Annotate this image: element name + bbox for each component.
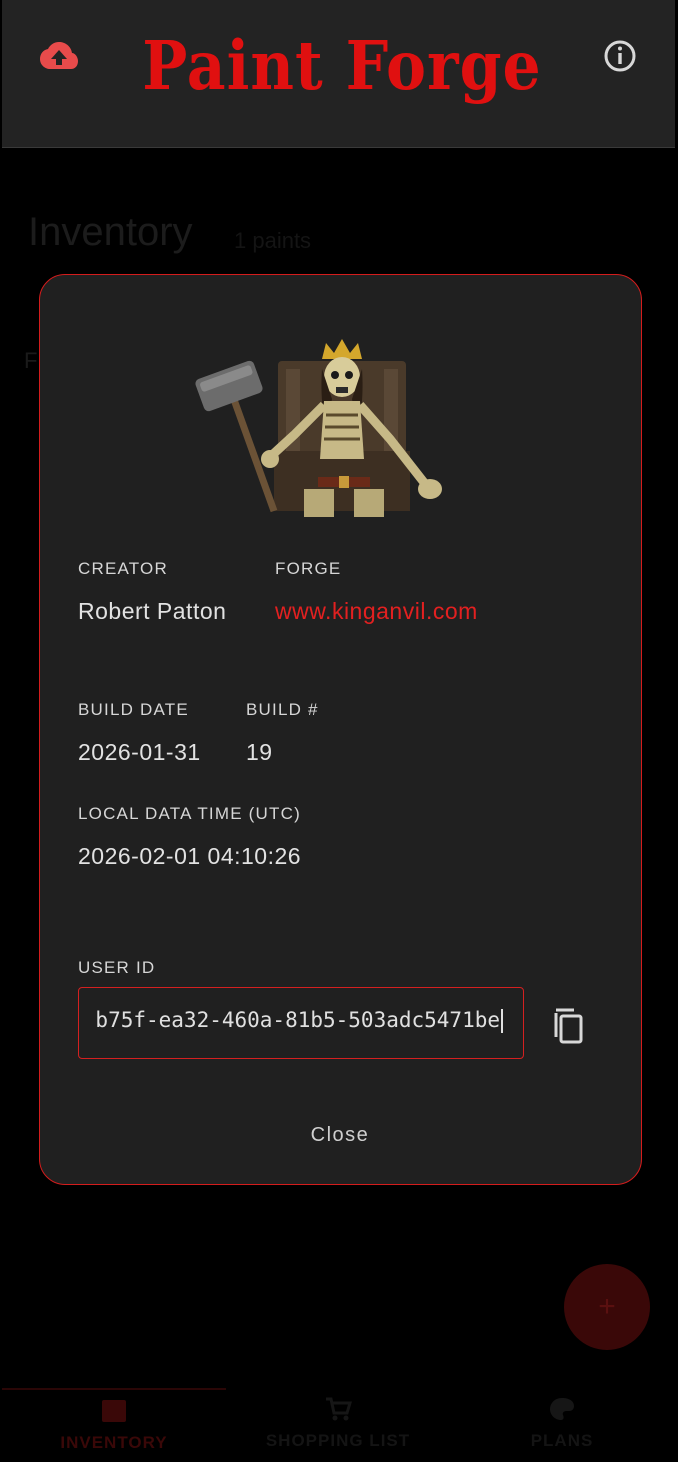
build-number-value: 19 <box>246 739 273 765</box>
app-frame: Paint Forge Inventory 1 paints F + INVEN… <box>2 0 675 1460</box>
copy-user-id-button[interactable] <box>550 1005 586 1045</box>
close-button[interactable]: Close <box>280 1115 400 1155</box>
copy-icon <box>554 1008 583 1044</box>
nav-label-plans: PLANS <box>530 1431 594 1450</box>
forge-link[interactable]: www.kinganvil.com <box>275 598 478 625</box>
about-dialog: CREATOR Robert Patton FORGE www.kinganvi… <box>39 274 642 1185</box>
nav-item-shopping-list[interactable]: SHOPPING LIST <box>226 1388 450 1460</box>
info-button[interactable] <box>602 38 638 74</box>
nav-item-inventory[interactable]: INVENTORY <box>2 1388 226 1460</box>
cart-icon <box>326 1397 352 1421</box>
inventory-icon <box>102 1400 126 1422</box>
creator-value: Robert Patton <box>78 598 227 624</box>
app-bar: Paint Forge <box>2 0 675 148</box>
section-letter: F <box>24 348 38 373</box>
local-data-time-label: LOCAL DATA TIME (UTC) <box>78 804 301 823</box>
cloud-upload-button[interactable] <box>38 38 80 74</box>
page-subtitle: 1 paints <box>234 228 312 253</box>
bottom-navigation: INVENTORY SHOPPING LIST PLANS <box>2 1388 675 1460</box>
user-id-field[interactable]: b75f-ea32-460a-81b5-503adc5471be <box>78 987 524 1059</box>
build-date-label: BUILD DATE <box>78 700 189 719</box>
nav-label-inventory: INVENTORY <box>60 1433 168 1452</box>
page-title: Inventory <box>28 210 193 254</box>
info-icon <box>604 40 636 72</box>
add-paint-fab[interactable]: + <box>564 1264 650 1350</box>
creator-label: CREATOR <box>78 559 168 578</box>
user-id-label: USER ID <box>78 958 156 977</box>
local-data-time-value: 2026-02-01 04:10:26 <box>78 843 302 869</box>
app-logo-title: Paint Forge <box>142 27 542 106</box>
forge-label: FORGE <box>275 559 342 578</box>
build-date-value: 2026-01-31 <box>78 739 201 765</box>
plus-icon: + <box>598 1290 616 1323</box>
skeleton-king-illustration <box>195 339 442 517</box>
nav-label-shopping-list: SHOPPING LIST <box>265 1431 411 1450</box>
nav-item-plans[interactable]: PLANS <box>450 1388 674 1460</box>
cloud-upload-icon <box>40 42 78 69</box>
text-caret <box>501 1009 503 1033</box>
user-id-text: b75f-ea32-460a-81b5-503adc5471be <box>95 1008 503 1033</box>
user-id-value: b75f-ea32-460a-81b5-503adc5471be <box>95 1008 500 1032</box>
palette-icon <box>550 1398 574 1420</box>
build-number-label: BUILD # <box>246 700 319 719</box>
